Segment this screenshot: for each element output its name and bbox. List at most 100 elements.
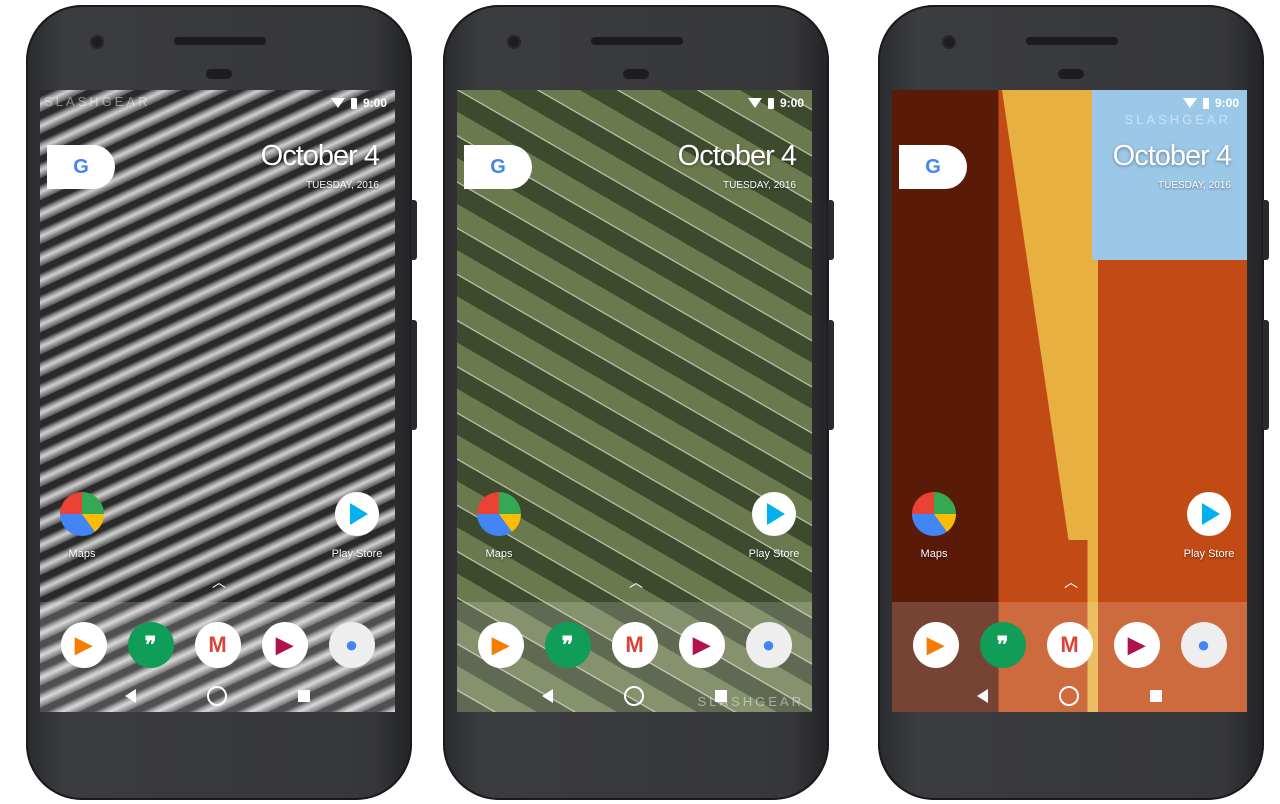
home-button[interactable] bbox=[623, 686, 644, 706]
app-drawer-chevron-icon[interactable]: ︿ bbox=[1064, 572, 1078, 592]
dock-app-hangouts[interactable]: ❞ bbox=[979, 622, 1026, 668]
status-bar: 9:00 bbox=[747, 96, 804, 110]
power-button bbox=[828, 200, 834, 260]
earpiece-speaker bbox=[591, 37, 683, 45]
watermark: SLASHGEAR bbox=[697, 694, 804, 709]
dock-app-gmail[interactable]: M bbox=[611, 622, 658, 668]
play-movies-icon: ▶ bbox=[1128, 632, 1145, 657]
earpiece-speaker bbox=[1026, 37, 1118, 45]
camera-icon: ● bbox=[761, 632, 776, 657]
back-button[interactable] bbox=[125, 689, 137, 703]
home-button[interactable] bbox=[206, 686, 227, 706]
home-button[interactable] bbox=[1058, 686, 1079, 706]
dock-app-play-movies[interactable]: ▶ bbox=[261, 622, 308, 668]
app-play-store[interactable]: Play Store bbox=[739, 492, 809, 560]
google-icon: G bbox=[73, 155, 89, 178]
maps-icon bbox=[912, 492, 956, 536]
app-label: Maps bbox=[920, 548, 948, 560]
status-time: 9:00 bbox=[362, 96, 387, 110]
google-icon: G bbox=[925, 155, 941, 178]
camera-icon: ● bbox=[1196, 632, 1211, 657]
dock-app-camera[interactable]: ● bbox=[1180, 622, 1227, 668]
recents-button[interactable] bbox=[297, 690, 310, 702]
date-widget[interactable]: October 4 bbox=[261, 140, 380, 173]
dock-app-play-music[interactable]: ▶ bbox=[60, 622, 107, 668]
gmail-icon: M bbox=[208, 632, 227, 657]
front-camera bbox=[942, 35, 956, 49]
dock-app-camera[interactable]: ● bbox=[745, 622, 792, 668]
status-time: 9:00 bbox=[779, 96, 804, 110]
app-label: Play Store bbox=[1183, 548, 1235, 560]
play-music-icon: ▶ bbox=[927, 632, 944, 657]
volume-rocker bbox=[828, 320, 834, 430]
volume-rocker bbox=[411, 320, 417, 430]
google-search-pill[interactable]: G bbox=[47, 145, 115, 189]
play-store-icon bbox=[1187, 492, 1231, 536]
date-weekday-year: TUESDAY, 2016 bbox=[305, 180, 379, 191]
power-button bbox=[411, 200, 417, 260]
camera-icon: ● bbox=[344, 632, 359, 657]
play-store-icon bbox=[335, 492, 379, 536]
google-icon: G bbox=[490, 155, 506, 178]
app-label: Play Store bbox=[748, 548, 800, 560]
watermark: SLASHGEAR bbox=[44, 94, 151, 109]
google-search-pill[interactable]: G bbox=[464, 145, 532, 189]
home-screen: 9:00 G October 4 TUESDAY, 2016 Maps Play… bbox=[892, 90, 1247, 712]
volume-rocker bbox=[1263, 320, 1269, 430]
dock: ▶ ❞ M ▶ ● bbox=[40, 602, 395, 712]
status-bar: 9:00 bbox=[330, 96, 387, 110]
app-maps[interactable]: Maps bbox=[47, 492, 117, 560]
navigation-bar bbox=[892, 686, 1247, 706]
wifi-icon bbox=[1182, 98, 1197, 108]
home-screen: 9:00 G October 4 TUESDAY, 2016 Maps Play… bbox=[457, 90, 812, 712]
maps-icon bbox=[477, 492, 521, 536]
battery-icon bbox=[1202, 97, 1209, 109]
back-button[interactable] bbox=[542, 689, 554, 703]
phone-aerial-farm-fields: 9:00 G October 4 TUESDAY, 2016 Maps Play… bbox=[443, 5, 834, 800]
dock-app-camera[interactable]: ● bbox=[328, 622, 375, 668]
dock-app-gmail[interactable]: M bbox=[194, 622, 241, 668]
dock-app-hangouts[interactable]: ❞ bbox=[127, 622, 174, 668]
navigation-bar bbox=[40, 686, 395, 706]
app-drawer-chevron-icon[interactable]: ︿ bbox=[629, 572, 643, 592]
back-button[interactable] bbox=[977, 689, 989, 703]
app-play-store[interactable]: Play Store bbox=[1174, 492, 1244, 560]
recents-button[interactable] bbox=[1149, 690, 1162, 702]
dock-app-gmail[interactable]: M bbox=[1046, 622, 1093, 668]
app-label: Maps bbox=[68, 548, 96, 560]
date-widget[interactable]: October 4 bbox=[678, 140, 797, 173]
dock-app-play-movies[interactable]: ▶ bbox=[678, 622, 725, 668]
status-time: 9:00 bbox=[1214, 96, 1239, 110]
proximity-sensor bbox=[1058, 69, 1084, 79]
hangouts-icon: ❞ bbox=[144, 632, 157, 657]
play-movies-icon: ▶ bbox=[693, 632, 710, 657]
watermark: SLASHGEAR bbox=[1124, 112, 1231, 127]
app-play-store[interactable]: Play Store bbox=[322, 492, 392, 560]
dock-app-hangouts[interactable]: ❞ bbox=[544, 622, 591, 668]
date-weekday-year: TUESDAY, 2016 bbox=[722, 180, 796, 191]
front-camera bbox=[90, 35, 104, 49]
battery-icon bbox=[350, 97, 357, 109]
app-label: Maps bbox=[485, 548, 513, 560]
play-movies-icon: ▶ bbox=[276, 632, 293, 657]
dock-app-play-movies[interactable]: ▶ bbox=[1113, 622, 1160, 668]
proximity-sensor bbox=[206, 69, 232, 79]
dock: ▶ ❞ M ▶ ● bbox=[892, 602, 1247, 712]
battery-icon bbox=[767, 97, 774, 109]
earpiece-speaker bbox=[174, 37, 266, 45]
proximity-sensor bbox=[623, 69, 649, 79]
gmail-icon: M bbox=[625, 632, 644, 657]
date-widget[interactable]: October 4 bbox=[1113, 140, 1232, 173]
play-music-icon: ▶ bbox=[75, 632, 92, 657]
app-maps[interactable]: Maps bbox=[899, 492, 969, 560]
app-drawer-chevron-icon[interactable]: ︿ bbox=[212, 572, 226, 592]
dock-app-play-music[interactable]: ▶ bbox=[912, 622, 959, 668]
play-store-icon bbox=[752, 492, 796, 536]
front-camera bbox=[507, 35, 521, 49]
hangouts-icon: ❞ bbox=[561, 632, 574, 657]
google-search-pill[interactable]: G bbox=[899, 145, 967, 189]
wifi-icon bbox=[330, 98, 345, 108]
app-maps[interactable]: Maps bbox=[464, 492, 534, 560]
app-label: Play Store bbox=[331, 548, 383, 560]
dock-app-play-music[interactable]: ▶ bbox=[477, 622, 524, 668]
